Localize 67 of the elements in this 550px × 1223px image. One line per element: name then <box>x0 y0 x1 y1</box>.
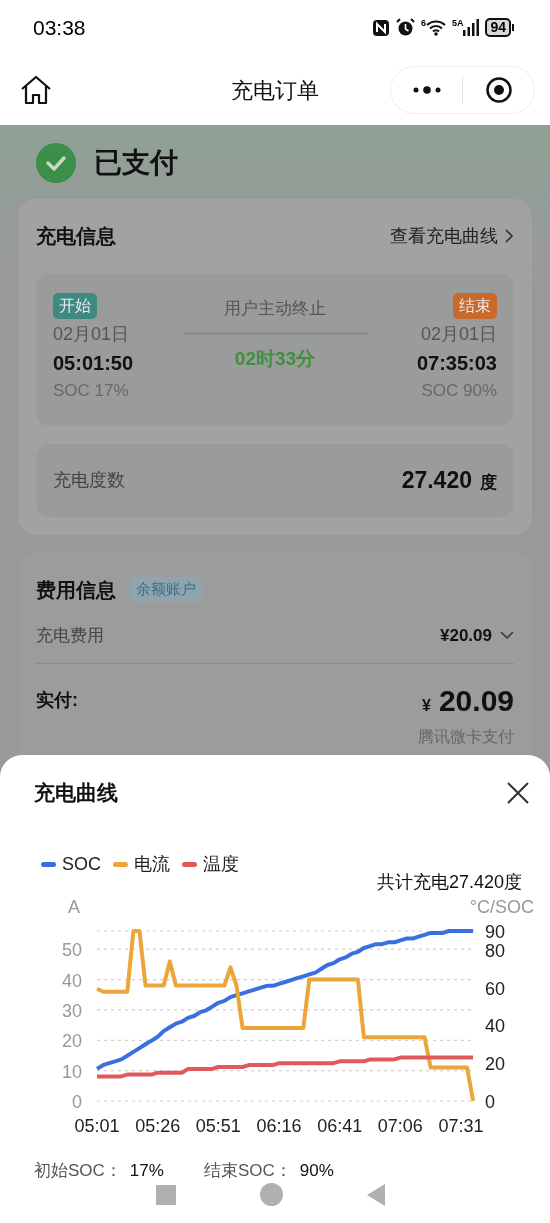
axis-tick-label: 0 <box>485 1091 495 1112</box>
section-title: 费用信息 <box>36 577 116 603</box>
payment-status: 已支付 <box>94 146 178 180</box>
fee-dropdown[interactable]: ¥20.09 <box>440 622 514 649</box>
wifi-label: 6 <box>420 19 426 28</box>
summary-label: 初始SOC： <box>34 1159 122 1182</box>
axis-tick-label: 80 <box>485 940 506 961</box>
legend-label: 电流 <box>134 853 170 876</box>
summary-label: 结束SOC： <box>203 1159 292 1182</box>
alarm-icon <box>395 18 415 37</box>
paid-amount: 20.09 <box>438 682 514 719</box>
signal-icon <box>463 19 480 36</box>
summary-value: 17% <box>129 1159 164 1182</box>
axis-tick-label: 06:41 <box>317 1115 363 1136</box>
right-axis-unit: °C/SOC <box>469 895 534 916</box>
charge-date: 02月01日 <box>53 323 130 346</box>
currency-symbol: ¥ <box>422 695 431 716</box>
axis-tick-label: 20 <box>485 1053 506 1074</box>
left-axis-unit: A <box>68 895 80 916</box>
axis-tick-label: 0 <box>72 1091 82 1112</box>
paid-label: 实付: <box>36 688 78 712</box>
legend-label: 温度 <box>203 853 239 876</box>
page-title: 充电订单 <box>231 76 319 105</box>
view-curve-link[interactable]: 查看充电曲线 <box>390 222 514 250</box>
stop-reason: 用户主动终止 <box>224 298 326 320</box>
energy-label: 充电度数 <box>53 468 125 492</box>
charge-date: 02月01日 <box>420 323 497 346</box>
section-title: 充电信息 <box>36 224 116 249</box>
axis-tick-label: 20 <box>61 1030 82 1051</box>
sheet-title: 充电曲线 <box>34 780 118 806</box>
total-energy: 共计充电27.420度 <box>376 870 522 894</box>
close-icon[interactable] <box>506 780 530 805</box>
close-mini-program-icon[interactable] <box>484 76 513 104</box>
axis-tick-label: 40 <box>485 1015 506 1036</box>
nfc-icon <box>371 18 390 37</box>
fee-label: 充电费用 <box>36 624 104 647</box>
axis-tick-label: 50 <box>61 939 82 960</box>
axis-tick-label: 90 <box>485 921 506 942</box>
more-icon[interactable] <box>411 86 442 94</box>
summary-value: 90% <box>299 1159 334 1182</box>
cellular-label: 5A <box>451 19 464 28</box>
axis-tick-label: 05:26 <box>135 1115 181 1136</box>
axis-tick-label: 05:51 <box>195 1115 241 1136</box>
axis-tick-label: 05:01 <box>74 1115 120 1136</box>
axis-tick-label: 60 <box>485 978 506 999</box>
charge-time: 07:35:03 <box>416 351 497 376</box>
axis-tick-label: 07:31 <box>438 1115 484 1136</box>
axis-tick-label: 06:16 <box>256 1115 302 1136</box>
axis-tick-label: 10 <box>61 1061 82 1082</box>
status-time: 03:38 <box>33 14 86 41</box>
status-tag: 开始 <box>53 293 97 319</box>
energy-unit: 度 <box>480 471 497 494</box>
energy-value: 27.420 <box>401 465 472 495</box>
chevron-down-icon <box>500 631 514 640</box>
status-tag: 结束 <box>453 293 497 319</box>
home-icon[interactable] <box>20 75 52 105</box>
axis-tick-label: 40 <box>61 970 82 991</box>
chevron-right-icon <box>504 228 514 244</box>
charge-duration: 02时33分 <box>234 346 316 371</box>
axis-tick-label: 30 <box>61 1000 82 1021</box>
legend-label: SOC <box>62 853 101 876</box>
account-badge: 余额账户 <box>130 577 202 602</box>
battery-indicator: 94 <box>485 18 514 37</box>
wifi-icon <box>425 19 446 36</box>
check-circle-icon <box>36 143 76 183</box>
charge-time: 05:01:50 <box>53 351 134 376</box>
axis-tick-label: 07:06 <box>377 1115 423 1136</box>
